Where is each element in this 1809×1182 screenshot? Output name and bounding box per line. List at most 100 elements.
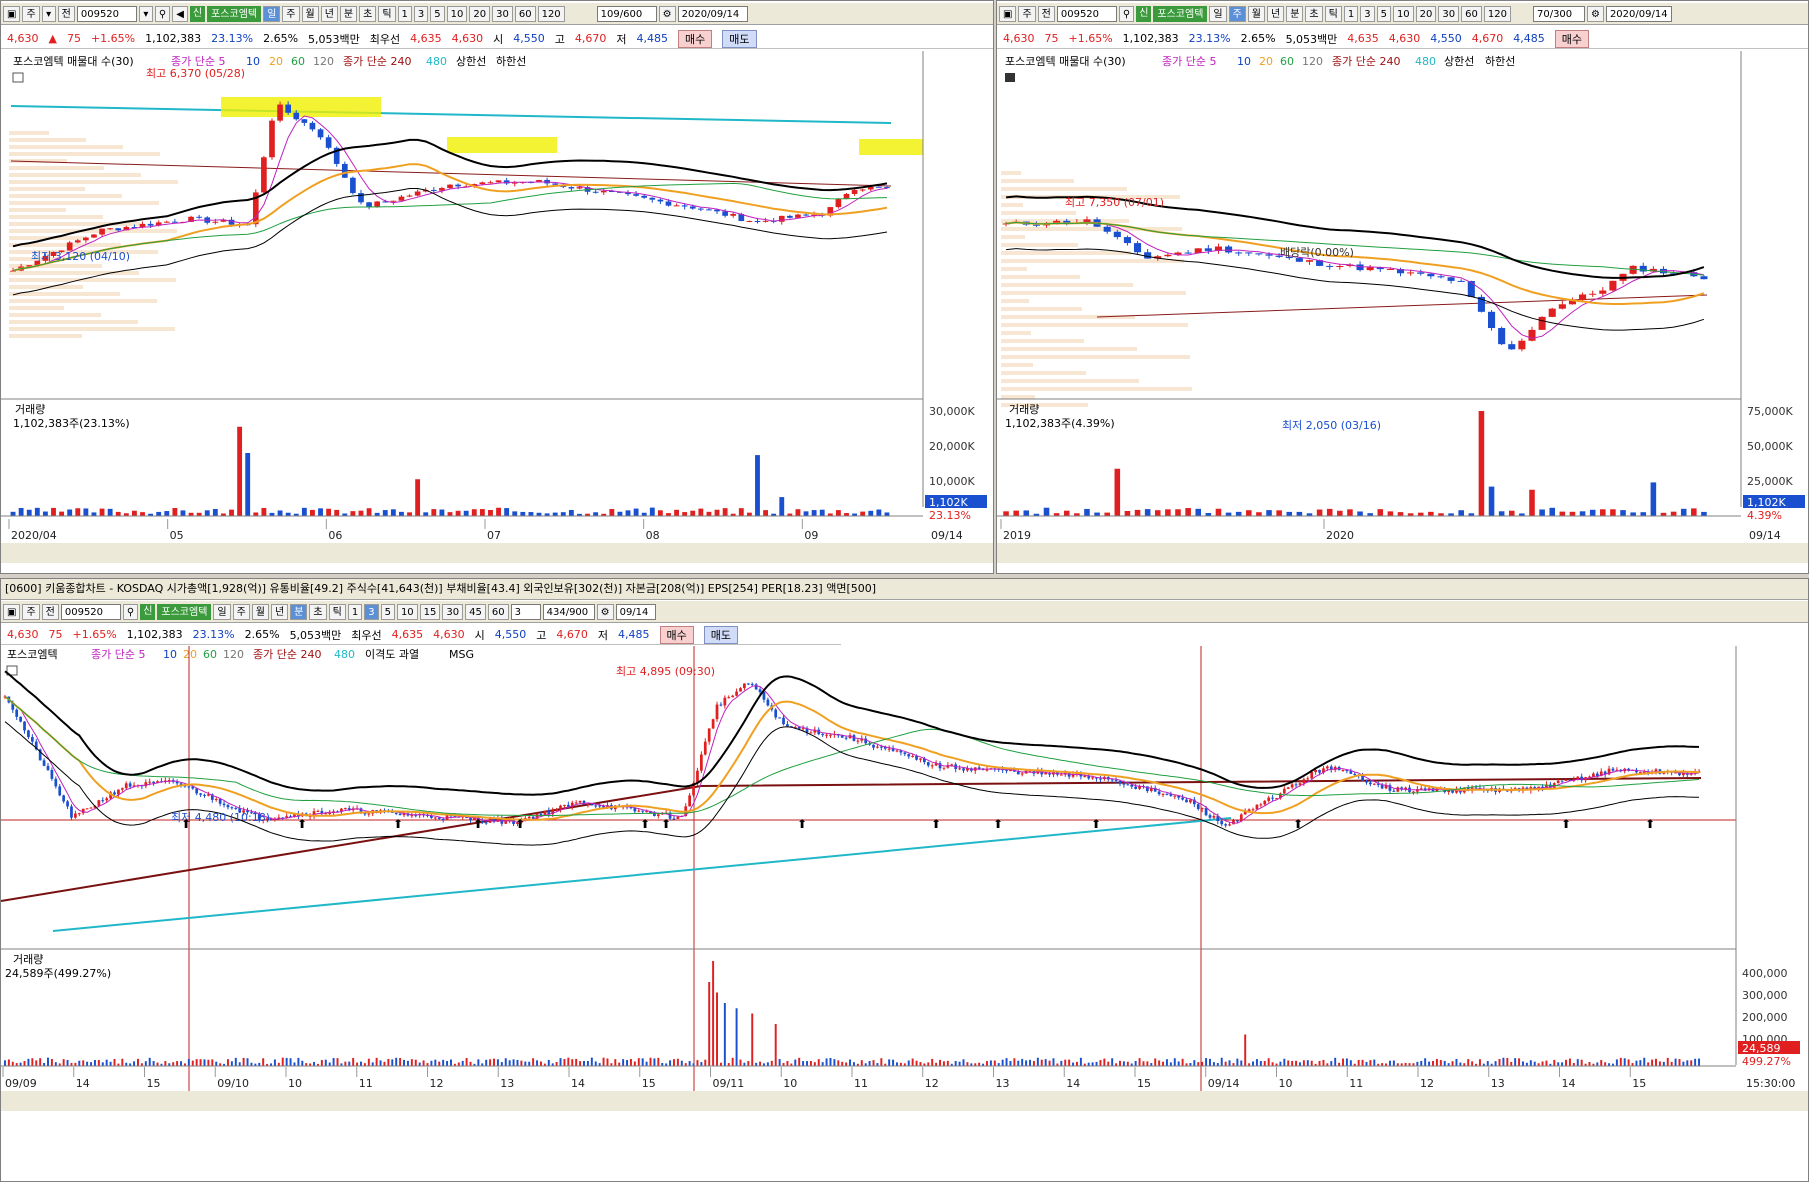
period-minute[interactable]: 분 — [290, 603, 308, 620]
period-year[interactable]: 년 — [320, 5, 338, 22]
num-60[interactable]: 60 — [514, 5, 536, 22]
minute-candle — [1259, 804, 1263, 806]
period-minute[interactable]: 분 — [1286, 5, 1304, 22]
period-second[interactable]: 초 — [1305, 5, 1323, 22]
num-30[interactable]: 30 — [492, 5, 513, 22]
weekly-candle — [1579, 294, 1587, 301]
settings-icon[interactable]: ⚙ — [596, 603, 614, 620]
search-icon[interactable]: ⚲ — [1118, 5, 1135, 22]
num-30[interactable]: 30 — [1438, 5, 1460, 22]
count-input[interactable]: 434/900 — [542, 603, 595, 620]
period-year[interactable]: 년 — [271, 603, 289, 620]
sell-button[interactable]: 매도 — [722, 29, 757, 48]
min-5[interactable]: 5 — [380, 603, 395, 620]
num-3[interactable]: 3 — [1360, 5, 1375, 22]
tab-all[interactable]: 전 — [1037, 5, 1055, 22]
minute-chart-svg[interactable]: 포스코엠텍 종가 단순 5 10 20 60 120 종가 단순 240 480 이격도 과열 M… — [1, 646, 1808, 1182]
minute-volume-bar — [872, 1060, 875, 1066]
daily-volume-bar — [156, 511, 162, 516]
stock-code-input[interactable]: 009520 — [1056, 5, 1117, 22]
period-tick[interactable]: 틱 — [378, 5, 396, 22]
num-1[interactable]: 1 — [397, 5, 412, 22]
search-icon[interactable]: ⚲ — [122, 603, 139, 620]
minute-xtick-label: 09/14 — [1208, 1077, 1240, 1090]
count-input[interactable]: 109/600 — [596, 5, 657, 22]
yellow-highlight — [221, 97, 381, 117]
buy-button[interactable]: 매수 — [659, 625, 694, 644]
min-15[interactable]: 15 — [419, 603, 441, 620]
num-10[interactable]: 10 — [1392, 5, 1414, 22]
stock-code-input[interactable]: 009520 — [60, 603, 121, 620]
num-20[interactable]: 20 — [1415, 5, 1437, 22]
min-1[interactable]: 1 — [347, 603, 363, 620]
period-month[interactable]: 월 — [301, 5, 319, 22]
daily-volume-bar — [625, 510, 631, 516]
period-tick[interactable]: 틱 — [328, 603, 346, 620]
period-day[interactable]: 일 — [1209, 5, 1227, 22]
min-30[interactable]: 30 — [442, 603, 464, 620]
period-week[interactable]: 주 — [232, 603, 250, 620]
min-60[interactable]: 60 — [487, 603, 509, 620]
period-minute[interactable]: 분 — [339, 5, 358, 22]
minute-volume-bar — [1670, 1061, 1673, 1066]
num-1[interactable]: 1 — [1343, 5, 1359, 22]
sell-button[interactable]: 매도 — [703, 625, 739, 644]
stock-code-input[interactable]: 009520 — [76, 5, 137, 22]
search-icon[interactable]: ⚲ — [154, 5, 171, 22]
interval-input[interactable]: 3 — [510, 603, 541, 620]
min-10[interactable]: 10 — [396, 603, 418, 620]
period-day[interactable]: 일 — [213, 603, 231, 620]
settings-icon[interactable]: ⚙ — [1586, 5, 1604, 22]
window-icon[interactable]: ▣ — [999, 5, 1017, 22]
num-120[interactable]: 120 — [1483, 5, 1511, 22]
period-day[interactable]: 일 — [263, 5, 281, 22]
weekly-chart-svg[interactable]: 포스코엠텍 매물대 수(30) 종가 단순 5 10 20 60 120 종가 단순 240… — [997, 51, 1808, 571]
buy-button[interactable]: 매수 — [678, 29, 713, 48]
daily-volume-bar — [390, 509, 396, 516]
speaker-icon[interactable]: ◀ — [172, 5, 188, 22]
tab-stock[interactable]: 주 — [22, 5, 40, 22]
period-week[interactable]: 주 — [282, 5, 300, 22]
legend-ma480: 480 — [1415, 55, 1436, 68]
ma240-line — [1, 777, 1702, 902]
period-second[interactable]: 초 — [359, 5, 377, 22]
minute-candle — [1290, 784, 1294, 788]
tab-all[interactable]: 전 — [41, 603, 59, 620]
num-20[interactable]: 20 — [469, 5, 491, 22]
daily-chart-svg[interactable]: 포스코엠텍 매물대 수(30) 종가 단순 5 10 20 60 120 종가 단순 240… — [1, 51, 993, 571]
period-year[interactable]: 년 — [1267, 5, 1285, 22]
dropdown-icon[interactable]: ▾ — [41, 5, 56, 22]
period-second[interactable]: 초 — [309, 603, 327, 620]
tab-all[interactable]: 전 — [57, 5, 75, 22]
date-input[interactable]: 2020/09/14 — [677, 5, 748, 22]
low-annotation: 최저 2,050 (03/16) — [1282, 419, 1381, 432]
num-5[interactable]: 5 — [1376, 5, 1391, 22]
buy-button[interactable]: 매수 — [1554, 29, 1590, 48]
num-5[interactable]: 5 — [430, 5, 445, 22]
weekly-volume-bar — [1539, 509, 1545, 516]
min-45[interactable]: 45 — [465, 603, 486, 620]
period-week[interactable]: 주 — [1228, 5, 1246, 22]
tab-stock[interactable]: 주 — [22, 603, 40, 620]
count-input[interactable]: 70/300 — [1532, 5, 1585, 22]
min-3[interactable]: 3 — [364, 603, 379, 620]
settings-icon[interactable]: ⚙ — [658, 5, 676, 22]
window-icon[interactable]: ▣ — [3, 603, 21, 620]
date-input[interactable]: 09/14 — [615, 603, 656, 620]
weekly-volume-bar — [1630, 512, 1636, 516]
num-60[interactable]: 60 — [1461, 5, 1482, 22]
window-icon[interactable]: ▣ — [3, 5, 21, 22]
date-input[interactable]: 2020/09/14 — [1605, 5, 1672, 22]
minute-volume-bar — [931, 1058, 934, 1066]
period-tick[interactable]: 틱 — [1324, 5, 1342, 22]
num-120[interactable]: 120 — [537, 5, 565, 22]
period-month[interactable]: 월 — [1247, 5, 1265, 22]
period-month[interactable]: 월 — [251, 603, 269, 620]
chevron-down-icon[interactable]: ▾ — [138, 5, 153, 22]
tab-stock[interactable]: 주 — [1018, 5, 1036, 22]
num-3[interactable]: 3 — [413, 5, 429, 22]
minute-volume-bar — [152, 1061, 155, 1066]
daily-volume-bar — [51, 507, 56, 516]
num-10[interactable]: 10 — [446, 5, 468, 22]
daily-volume-bar — [229, 509, 234, 516]
